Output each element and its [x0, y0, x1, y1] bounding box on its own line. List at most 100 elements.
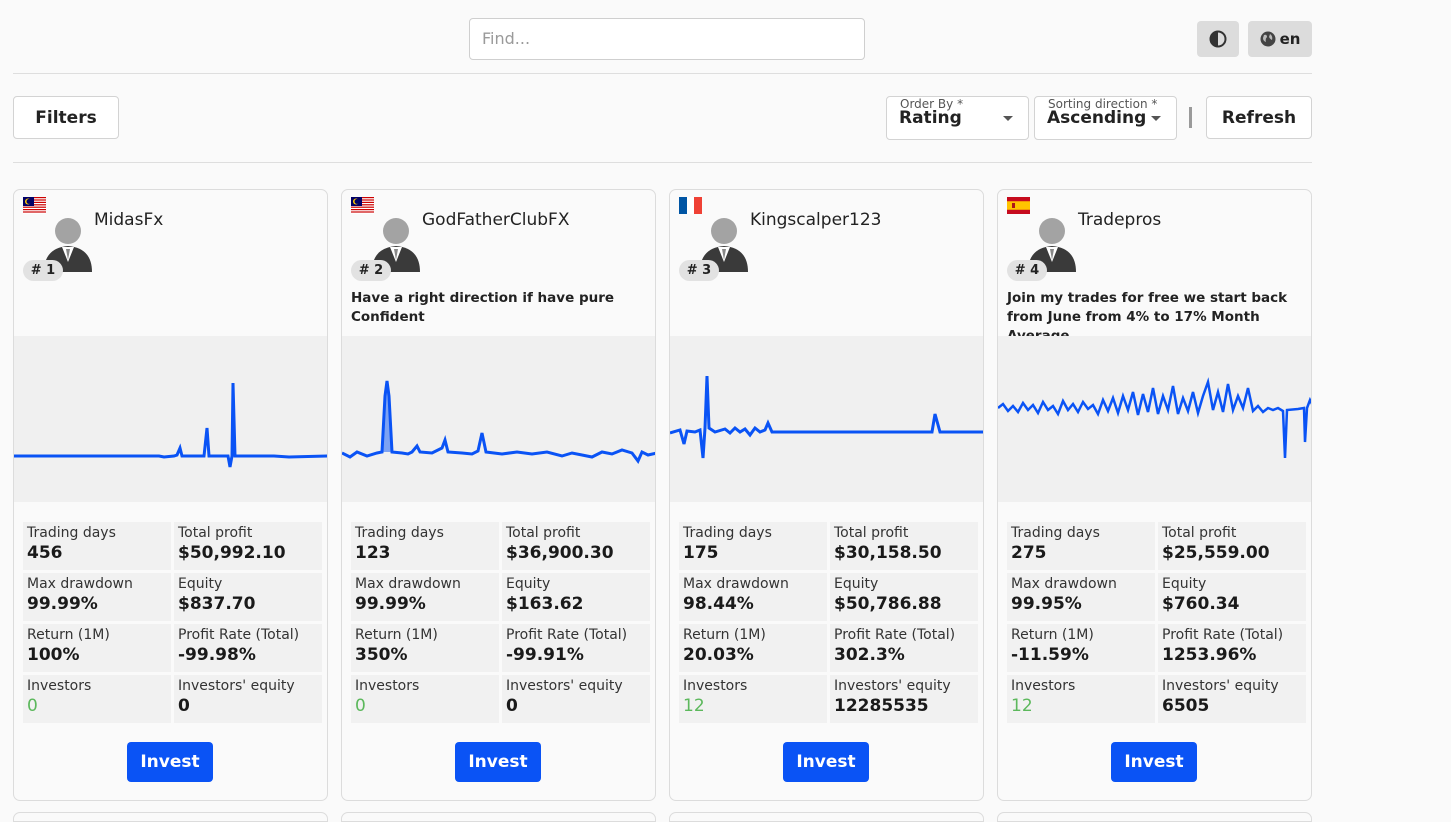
stats-grid: Trading days 456 Total profit $50,992.10 M…	[23, 522, 322, 723]
stat-profit-rate: Profit Rate (Total) 1253.96%	[1158, 624, 1306, 672]
stat-investors: Investors 12	[1007, 675, 1155, 723]
rank-badge: # 2	[351, 260, 391, 281]
refresh-button[interactable]: Refresh	[1206, 96, 1312, 139]
stat-investors-equity: Investors' equity 0	[502, 675, 650, 723]
stat-equity: Equity $837.70	[174, 573, 322, 621]
trader-name[interactable]: MidasFx	[94, 210, 326, 230]
stats-grid: Trading days 175 Total profit $30,158.50 M…	[679, 522, 978, 723]
stat-trading-days: Trading days 456	[23, 522, 171, 570]
stat-return-1m: Return (1M) 100%	[23, 624, 171, 672]
contrast-icon	[1209, 30, 1227, 48]
trader-name[interactable]: Tradepros	[1078, 210, 1310, 230]
performance-chart	[342, 336, 655, 502]
trader-card[interactable]	[669, 812, 984, 822]
stat-label: Total profit	[178, 525, 253, 541]
sorting-direction-select[interactable]: Sorting direction * Ascending	[1034, 96, 1177, 140]
stats-grid: Trading days 123 Total profit $36,900.30 M…	[351, 522, 650, 723]
stat-label: Investors' equity	[178, 678, 295, 694]
divider	[1189, 107, 1192, 128]
stat-label: Investors' equity	[834, 678, 951, 694]
trader-card[interactable]: # 3 Kingscalper123 Trading days 175 Total…	[669, 189, 984, 801]
stat-label: Max drawdown	[355, 576, 461, 592]
caret-down-icon	[1151, 116, 1161, 121]
stat-value: 456	[27, 543, 63, 563]
stat-label: Trading days	[1011, 525, 1100, 541]
invest-button[interactable]: Invest	[783, 742, 869, 782]
stat-value: 275	[1011, 543, 1047, 563]
order-by-select[interactable]: Order By * Rating	[886, 96, 1029, 140]
stat-value: $25,559.00	[1162, 543, 1270, 563]
stat-investors: Investors 12	[679, 675, 827, 723]
stat-value: 99.99%	[355, 594, 426, 614]
trader-description: Have a right direction if have pure Conf…	[351, 290, 615, 325]
stat-value: -99.91%	[506, 645, 584, 665]
language-button[interactable]: en	[1248, 21, 1312, 57]
trader-card[interactable]	[997, 812, 1312, 822]
stat-investors: Investors 0	[351, 675, 499, 723]
trader-name[interactable]: Kingscalper123	[750, 210, 982, 230]
stat-label: Investors	[1011, 678, 1076, 694]
stat-label: Equity	[178, 576, 223, 592]
language-label: en	[1279, 30, 1301, 48]
trader-card[interactable]: # 1 MidasFx Trading days 456 Total profit…	[13, 189, 328, 801]
stat-return-1m: Return (1M) 20.03%	[679, 624, 827, 672]
caret-down-icon	[1003, 116, 1013, 121]
stat-label: Total profit	[506, 525, 581, 541]
stat-value: 0	[178, 696, 190, 716]
stat-label: Investors	[355, 678, 420, 694]
stat-label: Profit Rate (Total)	[1162, 627, 1284, 643]
toolbar: Filters Order By * Rating Sorting direct…	[13, 74, 1312, 163]
globe-icon	[1260, 31, 1276, 47]
stat-equity: Equity $163.62	[502, 573, 650, 621]
stat-profit-rate: Profit Rate (Total) -99.98%	[174, 624, 322, 672]
theme-toggle-button[interactable]	[1197, 21, 1239, 57]
stat-value: 175	[683, 543, 719, 563]
sorting-direction-value: Ascending	[1047, 108, 1147, 128]
trader-card[interactable]	[341, 812, 656, 822]
performance-chart	[670, 336, 983, 502]
stat-label: Profit Rate (Total)	[178, 627, 300, 643]
stats-grid: Trading days 275 Total profit $25,559.00 M…	[1007, 522, 1306, 723]
stat-label: Return (1M)	[27, 627, 110, 643]
stat-value: 12285535	[834, 696, 929, 716]
stat-label: Total profit	[1162, 525, 1237, 541]
stat-value: 100%	[27, 645, 80, 665]
stat-value: 123	[355, 543, 391, 563]
stat-total-profit: Total profit $36,900.30	[502, 522, 650, 570]
stat-label: Return (1M)	[1011, 627, 1094, 643]
trader-card[interactable]: # 2 GodFatherClubFX Have a right directi…	[341, 189, 656, 801]
stat-value: -11.59%	[1011, 645, 1089, 665]
invest-button[interactable]: Invest	[455, 742, 541, 782]
spain-flag-icon	[1007, 197, 1030, 214]
performance-chart	[998, 336, 1311, 502]
stat-equity: Equity $760.34	[1158, 573, 1306, 621]
stat-total-profit: Total profit $30,158.50	[830, 522, 978, 570]
stat-trading-days: Trading days 275	[1007, 522, 1155, 570]
stat-investors-equity: Investors' equity 6505	[1158, 675, 1306, 723]
stat-value: 1253.96%	[1162, 645, 1257, 665]
stat-return-1m: Return (1M) 350%	[351, 624, 499, 672]
stat-label: Investors' equity	[1162, 678, 1279, 694]
invest-button[interactable]: Invest	[1111, 742, 1197, 782]
malaysia-flag-icon	[351, 197, 374, 214]
trader-name[interactable]: GodFatherClubFX	[422, 210, 654, 230]
order-by-value: Rating	[899, 108, 962, 128]
stat-value: 99.99%	[27, 594, 98, 614]
rank-badge: # 4	[1007, 260, 1047, 281]
invest-button[interactable]: Invest	[127, 742, 213, 782]
stat-investors-equity: Investors' equity 12285535	[830, 675, 978, 723]
stat-label: Profit Rate (Total)	[506, 627, 628, 643]
stat-value: 0	[27, 696, 38, 716]
stat-profit-rate: Profit Rate (Total) 302.3%	[830, 624, 978, 672]
filters-button[interactable]: Filters	[13, 96, 119, 139]
stat-investors: Investors 0	[23, 675, 171, 723]
france-flag-icon	[679, 197, 702, 214]
trader-card[interactable]: # 4 Tradepros Join my trades for free we…	[997, 189, 1312, 801]
search-input[interactable]: Find...	[469, 18, 865, 60]
stat-value: $36,900.30	[506, 543, 614, 563]
stat-equity: Equity $50,786.88	[830, 573, 978, 621]
stat-value: $30,158.50	[834, 543, 942, 563]
trader-card[interactable]	[13, 812, 328, 822]
stat-label: Investors	[683, 678, 748, 694]
stat-label: Equity	[834, 576, 879, 592]
